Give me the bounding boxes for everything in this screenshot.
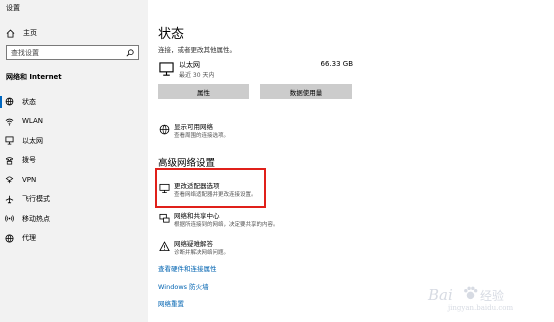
ethernet-monitor-icon (159, 62, 174, 76)
show-networks-title: 显示可用网络 (174, 123, 213, 131)
show-networks-desc: 查看周围的连接选项。 (174, 133, 230, 139)
vpn-icon (5, 175, 14, 184)
sidebar-item-proxy[interactable]: 代理 (0, 229, 148, 249)
sidebar-item-airplane[interactable]: 飞行模式 (0, 190, 148, 210)
sidebar-item-vpn[interactable]: VPN (0, 170, 148, 190)
settings-window: 设置 主页 网络和 Internet 状态 (0, 0, 554, 322)
sidebar-item-wlan[interactable]: WLAN (0, 112, 148, 132)
change-adapter-title: 更改适配器选项 (174, 182, 220, 190)
network-sharing-desc: 根据所连接到的网络，决定要共享的内容。 (174, 222, 279, 228)
home-link[interactable]: 主页 (6, 27, 37, 39)
network-sharing-title: 网络和共享中心 (174, 212, 220, 220)
watermark-jingyan: 经验 (480, 289, 505, 303)
network-share-icon (158, 212, 170, 224)
adapter-icon (158, 182, 170, 194)
sidebar-item-ethernet[interactable]: 以太网 (0, 131, 148, 151)
network-sharing-center-entry[interactable]: 网络和共享中心 根据所连接到的网络，决定要共享的内容。 (158, 210, 358, 230)
sidebar-item-label: WLAN (22, 117, 44, 126)
change-adapter-desc: 查看网络适配器并更改连接设置。 (174, 192, 257, 198)
sidebar-item-label: 代理 (22, 234, 36, 243)
windows-firewall-link[interactable]: Windows 防火墙 (158, 281, 209, 291)
search-box[interactable] (6, 45, 139, 60)
dialup-icon (5, 156, 14, 165)
data-size: 66.33 GB (320, 60, 354, 68)
nav-list: 状态 WLAN 以太网 拨号 VPN 飞行模式 移动热点 代理 (0, 92, 148, 248)
airplane-icon (5, 195, 14, 204)
network-troubleshooter-entry[interactable]: 网络疑难解答 诊断并解决网络问题。 (158, 238, 358, 258)
ethernet-icon (5, 136, 14, 145)
home-icon (6, 29, 15, 38)
wifi-icon (5, 117, 14, 126)
sidebar-item-label: 拨号 (22, 156, 36, 165)
watermark-url: jingyan.baidu.com (448, 304, 514, 312)
sidebar-item-label: 移动热点 (22, 214, 50, 223)
connection-time: 最近 30 天内 (179, 72, 215, 79)
change-adapter-options-entry[interactable]: 更改适配器选项 查看网络适配器并更改连接设置。 (158, 180, 358, 200)
hardware-properties-link[interactable]: 查看硬件和连接属性 (158, 263, 217, 273)
hotspot-icon (5, 214, 14, 223)
sidebar-item-hotspot[interactable]: 移动热点 (0, 209, 148, 229)
search-icon (126, 48, 134, 56)
globe-network-icon (158, 123, 170, 135)
sidebar-item-dialup[interactable]: 拨号 (0, 151, 148, 171)
troubleshooter-desc: 诊断并解决网络问题。 (174, 250, 230, 256)
search-input[interactable] (11, 48, 121, 57)
home-globe-icon (5, 97, 14, 106)
page-title: 状态 (158, 27, 185, 42)
window-title: 设置 (6, 4, 20, 12)
watermark-brand: Bai (428, 286, 453, 304)
advanced-settings-title: 高级网络设置 (158, 158, 216, 169)
troubleshooter-title: 网络疑难解答 (174, 240, 213, 248)
paw-icon (464, 286, 478, 300)
sidebar: 设置 主页 网络和 Internet 状态 (0, 0, 148, 322)
sidebar-item-label: 状态 (22, 97, 36, 106)
home-label: 主页 (23, 29, 37, 37)
network-reset-link[interactable]: 网络重置 (158, 298, 184, 308)
sidebar-item-label: 以太网 (22, 136, 43, 145)
page-subtitle: 连接，或者更改其他属性。 (158, 46, 236, 54)
section-header: 网络和 Internet (6, 73, 62, 81)
show-networks-entry[interactable]: 显示可用网络 查看周围的连接选项。 (158, 121, 358, 141)
sidebar-item-status[interactable]: 状态 (0, 92, 148, 112)
sidebar-item-label: 飞行模式 (22, 195, 50, 204)
data-usage-button[interactable]: 数据使用量 (260, 84, 352, 99)
connection-status: 以太网 最近 30 天内 66.33 GB (158, 59, 353, 81)
sidebar-item-label: VPN (22, 175, 37, 184)
connection-name: 以太网 (179, 61, 200, 69)
baidu-watermark: Bai 经验 jingyan.baidu.com (428, 286, 540, 316)
properties-button[interactable]: 属性 (158, 84, 249, 99)
main-content: 状态 连接，或者更改其他属性。 以太网 最近 30 天内 66.33 GB 属性… (148, 0, 554, 322)
globe-icon (5, 234, 14, 243)
warning-icon (158, 240, 170, 252)
